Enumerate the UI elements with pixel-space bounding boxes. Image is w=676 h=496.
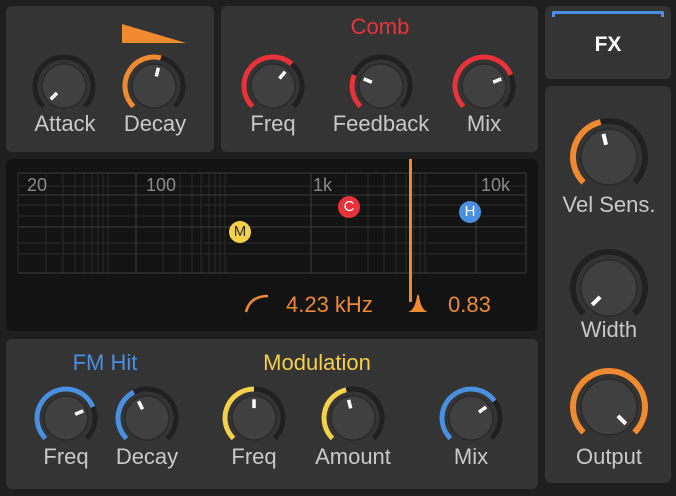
freq-tick-10k: 10k	[481, 175, 511, 195]
mod-amount-knob[interactable]	[321, 386, 385, 450]
fx-indicator-bar	[552, 11, 664, 17]
cutoff-line[interactable]	[409, 159, 412, 302]
mod-mix-knob[interactable]	[439, 386, 503, 450]
knob-body	[461, 63, 507, 109]
knob-pointer	[346, 399, 353, 409]
knob-graphic	[569, 118, 648, 186]
mod-freq-knob[interactable]	[222, 386, 286, 450]
fm-decay-knob[interactable]	[115, 386, 179, 450]
output-knob[interactable]	[569, 367, 649, 447]
knob-graphic	[439, 386, 503, 441]
knob-graphic	[570, 249, 648, 317]
freq-tick-1k: 1k	[313, 175, 333, 195]
comb-feedback-knob[interactable]	[349, 54, 413, 118]
knob-pointer	[601, 133, 609, 146]
knob-graphic	[115, 386, 179, 441]
marker-h[interactable]: H	[459, 201, 481, 223]
mod-amount-label: Amount	[315, 444, 391, 469]
fm-freq-knob[interactable]	[34, 386, 98, 450]
width-knob[interactable]	[569, 248, 649, 328]
comb-mix-label: Mix	[466, 111, 502, 136]
fx-button[interactable]: FX	[545, 6, 671, 79]
knob-body	[131, 63, 177, 109]
decay-ramp-icon	[122, 24, 186, 43]
knob-body	[43, 395, 89, 441]
knob-graphic	[570, 368, 648, 436]
comb-mix-knob[interactable]	[452, 54, 516, 118]
decay-label: Decay	[123, 111, 187, 136]
freq-tick-20: 20	[27, 175, 48, 195]
highpass-curve-icon	[244, 294, 269, 313]
peak-icon	[408, 294, 428, 312]
knob-graphic	[34, 386, 98, 441]
attack-knob[interactable]	[32, 54, 96, 118]
output-label: Output	[575, 444, 643, 469]
knob-graphic	[222, 386, 286, 441]
knob-graphic	[321, 386, 385, 441]
knob-body	[448, 395, 494, 441]
marker-m[interactable]: M	[229, 221, 251, 243]
knob-body	[580, 378, 638, 436]
resonance-value[interactable]: 0.83	[448, 292, 491, 318]
cutoff-value[interactable]: 4.23 kHz	[286, 292, 373, 318]
comb-title: Comb	[350, 14, 410, 39]
knob-body	[358, 63, 404, 109]
decay-knob[interactable]	[122, 54, 186, 118]
knob-body	[250, 63, 296, 109]
knob-pointer	[154, 67, 161, 77]
fm-hit-title: FM Hit	[72, 350, 138, 375]
knob-body	[330, 395, 376, 441]
mod-mix-label: Mix	[453, 444, 489, 469]
vel-sens-knob[interactable]	[569, 117, 649, 197]
knob-body	[580, 259, 638, 317]
knob-graphic	[122, 54, 186, 109]
knob-graphic	[452, 54, 516, 109]
comb-freq-knob[interactable]	[241, 54, 305, 118]
marker-c[interactable]: C	[338, 196, 360, 218]
knob-graphic	[349, 54, 413, 109]
knob-graphic	[32, 54, 96, 109]
modulation-title: Modulation	[263, 350, 371, 375]
vel-sens-label: Vel Sens.	[562, 192, 656, 217]
fx-label: FX	[594, 33, 622, 56]
knob-body	[580, 128, 638, 186]
width-label: Width	[580, 317, 638, 342]
knob-body	[41, 63, 87, 109]
knob-body	[124, 395, 170, 441]
knob-graphic	[241, 54, 305, 109]
freq-tick-100: 100	[146, 175, 177, 195]
